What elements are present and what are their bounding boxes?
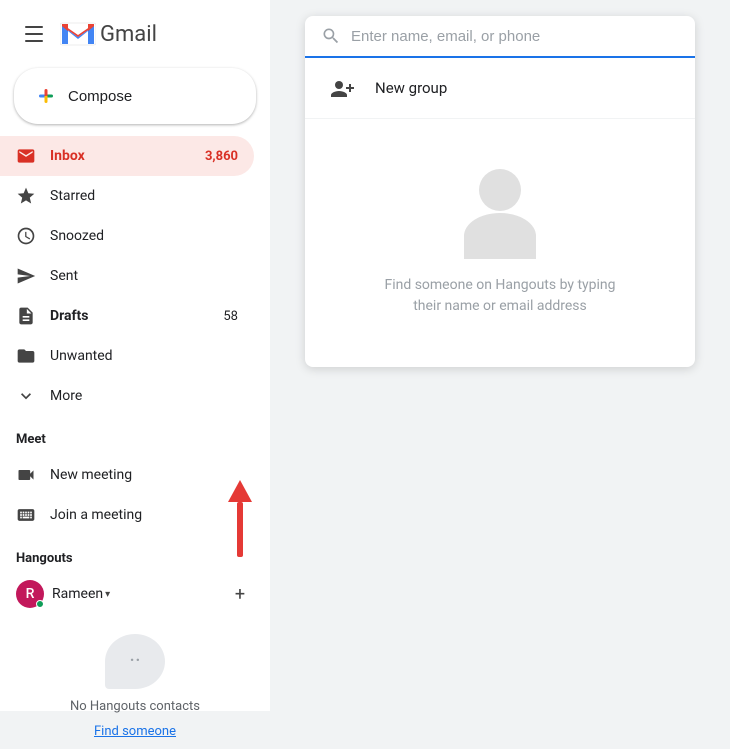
search-input[interactable] — [351, 28, 679, 45]
inbox-label: Inbox — [50, 148, 191, 164]
new-group-row[interactable]: New group — [305, 58, 695, 119]
hangouts-user-row[interactable]: R Rameen ▾ + — [16, 574, 254, 614]
nav-item-join-meeting[interactable]: Join a meeting — [0, 495, 254, 535]
hangouts-popup: New group Find someone on Hangouts by ty… — [305, 16, 695, 367]
gmail-logo-icon — [60, 20, 96, 48]
person-avatar-icon — [455, 169, 545, 259]
gmail-logo: Gmail — [60, 20, 157, 48]
search-icon — [321, 26, 341, 46]
folder-icon — [16, 346, 36, 366]
hangouts-avatar: R — [16, 580, 44, 608]
find-someone-link[interactable]: Find someone — [94, 724, 176, 739]
meet-section-label: Meet — [0, 416, 270, 451]
main-panel: New group Find someone on Hangouts by ty… — [270, 0, 730, 711]
search-bar — [305, 16, 695, 58]
hangouts-username: Rameen ▾ — [52, 586, 110, 602]
chat-bubble-icon: ·· — [105, 634, 165, 689]
compose-plus-icon — [34, 84, 58, 108]
hangouts-empty-text: No Hangouts contacts — [70, 699, 200, 714]
compose-label: Compose — [68, 88, 132, 105]
new-meeting-label: New meeting — [50, 467, 238, 483]
unwanted-label: Unwanted — [50, 348, 238, 364]
inbox-badge: 3,860 — [205, 149, 238, 164]
more-label: More — [50, 388, 238, 404]
arrow-shaft — [237, 502, 243, 557]
app-title: Gmail — [100, 22, 157, 47]
sent-label: Sent — [50, 268, 238, 284]
compose-button[interactable]: Compose — [14, 68, 256, 124]
empty-contact-area: Find someone on Hangouts by typingtheir … — [305, 119, 695, 367]
join-meeting-label: Join a meeting — [50, 507, 238, 523]
chevron-down-icon — [16, 386, 36, 406]
online-status-dot — [36, 600, 44, 608]
new-group-label: New group — [375, 79, 447, 97]
person-body — [464, 213, 536, 259]
nav-item-more[interactable]: More — [0, 376, 254, 416]
snooze-icon — [16, 226, 36, 246]
nav-list: Inbox 3,860 Starred Snoozed Sent — [0, 136, 270, 416]
caret-icon: ▾ — [105, 589, 110, 600]
send-icon — [16, 266, 36, 286]
empty-contact-text: Find someone on Hangouts by typingtheir … — [384, 275, 615, 317]
hangouts-initial: R — [26, 586, 35, 602]
videocam-icon — [16, 465, 36, 485]
person-head — [479, 169, 521, 211]
nav-item-new-meeting[interactable]: New meeting — [0, 455, 254, 495]
hangouts-add-button[interactable]: + — [226, 580, 254, 608]
nav-item-sent[interactable]: Sent — [0, 256, 254, 296]
drafts-icon — [16, 306, 36, 326]
red-arrow-annotation — [228, 480, 252, 557]
drafts-label: Drafts — [50, 308, 209, 324]
hangouts-empty-area: ·· No Hangouts contacts Find someone — [16, 614, 254, 749]
drafts-badge: 58 — [223, 309, 238, 324]
nav-item-drafts[interactable]: Drafts 58 — [0, 296, 254, 336]
keyboard-icon — [16, 505, 36, 525]
hangouts-section: R Rameen ▾ + ·· No Hangouts contacts Fin… — [0, 574, 270, 749]
nav-item-snoozed[interactable]: Snoozed — [0, 216, 254, 256]
nav-item-starred[interactable]: Starred — [0, 176, 254, 216]
nav-item-inbox[interactable]: Inbox 3,860 — [0, 136, 254, 176]
arrow-head — [228, 480, 252, 502]
sidebar: Gmail Compose Inbox 3,860 Starred — [0, 0, 270, 711]
snoozed-label: Snoozed — [50, 228, 238, 244]
starred-label: Starred — [50, 188, 238, 204]
nav-item-unwanted[interactable]: Unwanted — [0, 336, 254, 376]
new-group-icon — [325, 70, 361, 106]
star-icon — [16, 186, 36, 206]
inbox-icon — [16, 146, 36, 166]
hamburger-menu-button[interactable] — [16, 16, 52, 52]
sidebar-header: Gmail — [0, 8, 270, 60]
